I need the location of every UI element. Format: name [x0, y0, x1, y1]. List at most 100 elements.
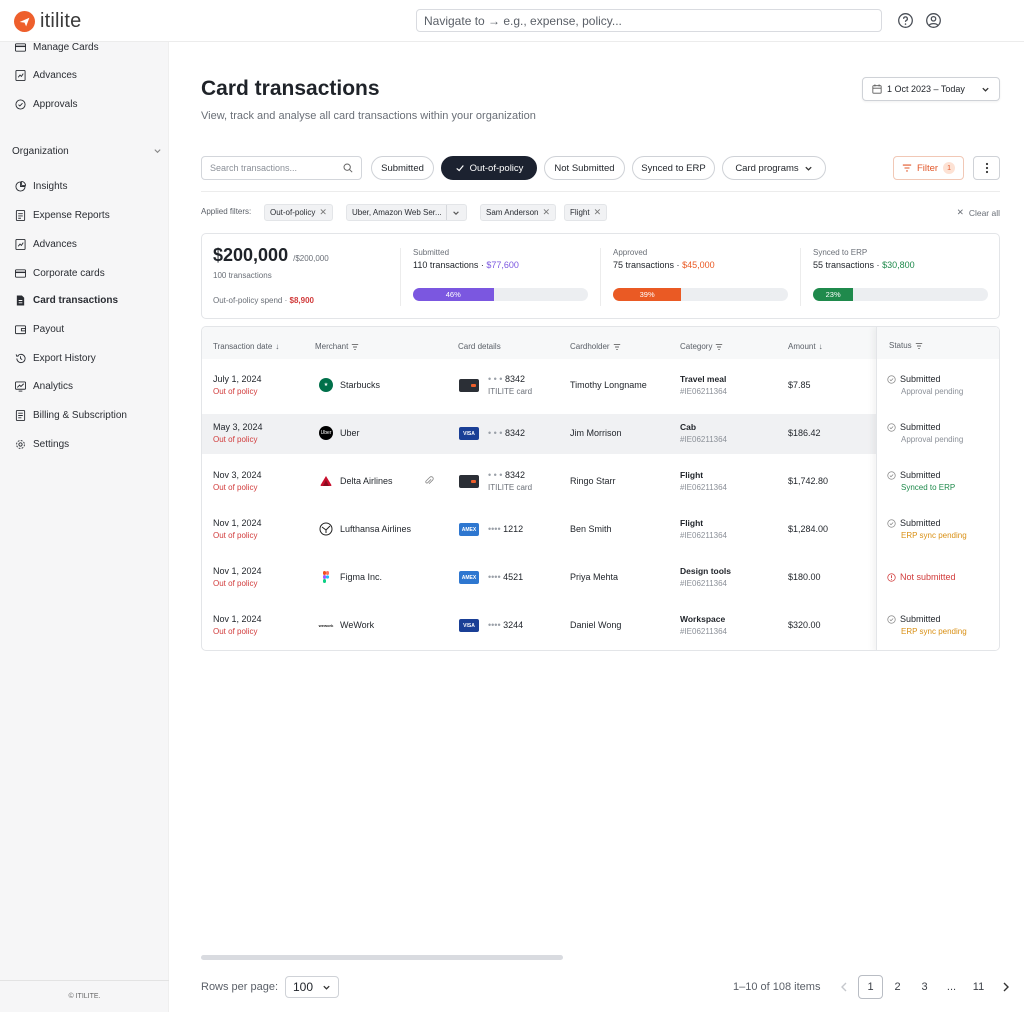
status-label: Submitted: [900, 470, 941, 480]
table-row[interactable]: May 3, 2024 Out of policy Uber Uber VISA …: [202, 414, 876, 454]
filter-chip[interactable]: Sam Anderson ✕: [480, 204, 557, 221]
amount-value: $7.85: [788, 380, 811, 390]
stat-count: 75 transactions ·: [613, 260, 680, 270]
top-bar: itilite Navigate to → e.g., expense, pol…: [0, 0, 1024, 42]
card-icon: [15, 43, 26, 52]
category-id: #IE06211364: [680, 435, 728, 444]
sidebar-item-card-transactions[interactable]: Card transactions: [15, 295, 118, 306]
cardholder-name: Jim Morrison: [570, 428, 622, 438]
status-detail: Approval pending: [901, 387, 964, 396]
page-2-button[interactable]: 2: [885, 975, 910, 999]
table-row[interactable]: Nov 1, 2024 Out of policy Figma Inc. AMEX…: [202, 554, 876, 602]
next-page-button[interactable]: [994, 975, 1018, 999]
sidebar-item-advances-top[interactable]: Advances: [15, 70, 77, 81]
organization-section-toggle[interactable]: Organization: [12, 146, 162, 157]
filter-chip[interactable]: Out-of-policy ✕: [264, 204, 333, 221]
pill-label: Synced to ERP: [641, 162, 706, 174]
page-11-button[interactable]: 11: [966, 975, 991, 999]
page-3-button[interactable]: 3: [912, 975, 937, 999]
clear-all-label: Clear all: [968, 207, 1000, 218]
sidebar-item-insights[interactable]: Insights: [15, 181, 67, 192]
sidebar-item-label: Manage Cards: [33, 42, 99, 53]
filter-chip-merchants[interactable]: Uber, Amazon Web Ser...: [346, 204, 467, 221]
rows-per-page-select[interactable]: 100: [285, 976, 339, 998]
advance-icon: [15, 239, 26, 250]
merchant-name: Starbucks: [340, 380, 381, 390]
spend-summary-card: $200,000 /$200,000 100 transactions Out-…: [201, 233, 1000, 319]
filter-icon: [716, 343, 723, 350]
horizontal-scrollbar[interactable]: [201, 955, 563, 960]
filter-button[interactable]: Filter 1: [893, 156, 964, 180]
sidebar-item-analytics[interactable]: Analytics: [15, 381, 73, 392]
clear-all-button[interactable]: ✕ Clear all: [957, 207, 1000, 218]
table-row[interactable]: Nov 3, 2024 Out of policy Delta Airlines …: [202, 458, 876, 506]
page-subtitle: View, track and analyse all card transac…: [201, 110, 536, 122]
check-circle-icon: [887, 614, 896, 624]
chip-dropdown-toggle[interactable]: [445, 205, 466, 220]
filter-icon: [613, 343, 620, 350]
progress-bar: 23%: [813, 288, 988, 301]
search-transactions-input[interactable]: Search transactions...: [201, 156, 362, 180]
remove-chip-icon[interactable]: ✕: [542, 207, 550, 218]
pill-synced-to-erp[interactable]: Synced to ERP: [632, 156, 715, 180]
column-header-amount[interactable]: Amount ↓: [788, 342, 823, 351]
transaction-date: May 3, 2024: [213, 422, 263, 432]
sort-arrow-icon: ↓: [818, 342, 823, 351]
pill-label: Out-of-policy: [469, 162, 524, 174]
sidebar-item-manage-cards[interactable]: Manage Cards: [15, 42, 99, 53]
progress-fill: 39%: [613, 288, 682, 301]
category-name: Travel meal: [680, 374, 727, 384]
prev-page-button[interactable]: [831, 975, 856, 999]
filter-icon: [352, 343, 359, 350]
user-account-icon[interactable]: [925, 12, 942, 29]
sidebar-item-approvals[interactable]: Approvals: [15, 99, 77, 110]
table-row[interactable]: Nov 1, 2024 Out of policy wework WeWork V…: [202, 602, 876, 650]
sidebar-item-label: Advances: [33, 239, 77, 250]
column-header-merchant[interactable]: Merchant: [315, 342, 359, 351]
attachment-icon[interactable]: [424, 476, 434, 486]
chevron-right-icon: [1003, 982, 1009, 992]
sort-arrow-icon: ↓: [275, 342, 280, 351]
pill-card-programs-dropdown[interactable]: Card programs: [722, 156, 826, 180]
card-details-cell: •••• 3244: [488, 620, 523, 630]
column-header-category[interactable]: Category: [680, 342, 723, 351]
help-icon[interactable]: [897, 12, 914, 29]
date-range-picker[interactable]: 1 Oct 2023 – Today: [862, 77, 1000, 101]
sidebar-item-expense-reports[interactable]: Expense Reports: [15, 210, 110, 221]
category-name: Flight: [680, 518, 704, 528]
sidebar-item-label: Payout: [33, 324, 65, 335]
sidebar-item-label: Corporate cards: [33, 268, 105, 279]
status-cell: Submitted Approval pending: [887, 374, 963, 396]
sidebar-item-payout[interactable]: Payout: [15, 324, 64, 335]
remove-chip-icon[interactable]: ✕: [594, 207, 602, 218]
sidebar-item-label: Analytics: [33, 381, 74, 392]
filter-chip[interactable]: Flight ✕: [564, 204, 608, 221]
remove-chip-icon[interactable]: ✕: [319, 207, 327, 218]
visa-card-icon: VISA: [459, 427, 479, 440]
column-header-cardholder[interactable]: Cardholder: [570, 342, 621, 351]
history-icon: [15, 353, 26, 364]
itilite-logo[interactable]: itilite: [14, 10, 81, 33]
sidebar-item-corporate-cards[interactable]: Corporate cards: [15, 268, 105, 279]
pill-out-of-policy[interactable]: Out-of-policy: [441, 156, 537, 180]
table-row[interactable]: July 1, 2024 Out of policy ★ Starbucks • …: [202, 362, 876, 410]
column-header-status[interactable]: Status: [877, 327, 999, 359]
page-1-button[interactable]: 1: [858, 975, 883, 999]
more-options-button[interactable]: [973, 156, 1000, 180]
sidebar-item-label: Card transactions: [33, 295, 119, 306]
category-name: Cab: [680, 422, 697, 432]
pill-not-submitted[interactable]: Not Submitted: [544, 156, 625, 180]
sidebar-item-advances[interactable]: Advances: [15, 239, 77, 250]
navigate-search-input[interactable]: Navigate to → e.g., expense, policy...: [416, 9, 882, 32]
sidebar-item-settings[interactable]: Settings: [15, 439, 69, 450]
sidebar-item-export-history[interactable]: Export History: [15, 353, 96, 364]
status-label: Submitted: [900, 518, 941, 528]
cardholder-name: Priya Mehta: [570, 572, 619, 582]
column-header-date[interactable]: Transaction date ↓: [213, 342, 279, 351]
merchant-name: Uber: [340, 428, 360, 438]
column-label: Category: [680, 342, 713, 351]
card-mask: • • •: [488, 428, 503, 438]
pill-submitted[interactable]: Submitted: [371, 156, 434, 180]
sidebar-item-billing-subscription[interactable]: Billing & Subscription: [15, 410, 127, 421]
table-row[interactable]: Nov 1, 2024 Out of policy Lufthansa Airli…: [202, 506, 876, 554]
